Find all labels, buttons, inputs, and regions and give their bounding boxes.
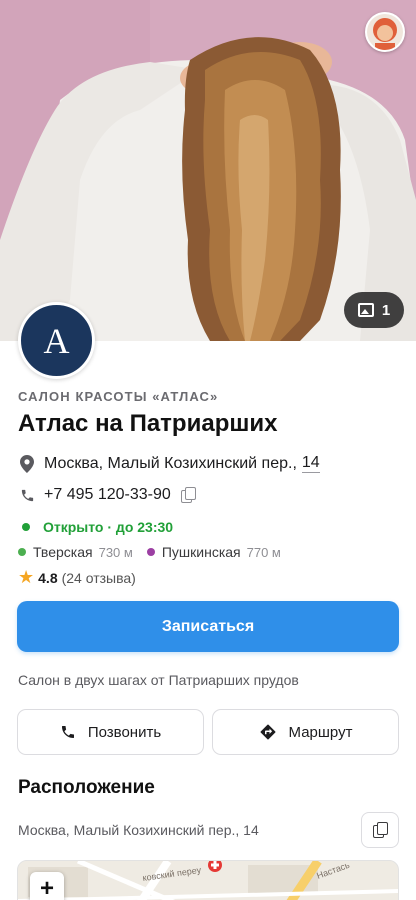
- venue-category: САЛОН КРАСОТЫ «АТЛАС»: [18, 389, 219, 404]
- address-text: Москва, Малый Козихинский пер.,: [44, 454, 297, 472]
- rating-row[interactable]: ★ 4.8 (24 отзыва): [18, 567, 136, 588]
- phone-icon: [60, 724, 76, 740]
- metro-name: Тверская: [33, 544, 93, 560]
- route-button[interactable]: Маршрут: [212, 709, 399, 755]
- photo-count-button[interactable]: 1: [344, 292, 404, 328]
- map-tiles: ковский переу Настась: [18, 861, 398, 900]
- venue-title: Атлас на Патриарших: [18, 410, 278, 437]
- copy-icon[interactable]: [180, 487, 196, 503]
- photo-count: 1: [381, 301, 391, 319]
- logo-letter: A: [43, 320, 70, 361]
- route-icon: [259, 723, 277, 741]
- copy-icon: [373, 822, 388, 838]
- book-button[interactable]: Записаться: [17, 601, 399, 652]
- metro-distance: 770 м: [246, 544, 281, 560]
- open-status-dot: [22, 523, 30, 531]
- user-avatar[interactable]: [365, 12, 405, 52]
- venue-description: Салон в двух шагах от Патриарших прудов: [18, 672, 299, 688]
- metro-name: Пушкинская: [161, 544, 241, 560]
- hero-illustration: [0, 0, 416, 341]
- phone-row[interactable]: +7 495 120-33-90: [18, 486, 196, 504]
- metro-line-dot: [146, 548, 155, 556]
- map-zoom-in-button[interactable]: +: [30, 872, 64, 900]
- open-status-text: Открыто · до 23:30: [43, 519, 174, 535]
- venue-logo: A: [18, 302, 95, 379]
- location-pin-icon: [18, 454, 36, 473]
- location-map[interactable]: ковский переу Настась: [17, 860, 399, 900]
- image-icon: [357, 303, 374, 317]
- address-number: 14: [301, 454, 320, 473]
- phone-number: +7 495 120-33-90: [44, 486, 171, 503]
- call-button[interactable]: Позвонить: [17, 709, 204, 755]
- hero-photo[interactable]: 1: [0, 0, 416, 341]
- rating-value: 4.8: [38, 569, 58, 586]
- open-status: Открыто · до 23:30: [22, 519, 173, 535]
- address-row[interactable]: Москва, Малый Козихинский пер., 14: [18, 454, 320, 473]
- metro-distance: 730 м: [98, 544, 133, 560]
- location-address: Москва, Малый Козихинский пер., 14: [18, 822, 259, 838]
- avatar-face-icon: [367, 14, 403, 50]
- review-count: (24 отзыва): [61, 569, 136, 586]
- location-heading: Расположение: [18, 777, 155, 798]
- metro-line-dot: [18, 548, 26, 556]
- metro-stations: Тверская 730 м Пушкинская 770 м: [18, 544, 281, 560]
- star-icon: ★: [18, 567, 35, 587]
- call-label: Позвонить: [87, 723, 162, 741]
- phone-icon: [18, 486, 36, 504]
- route-label: Маршрут: [288, 723, 353, 741]
- copy-address-button[interactable]: [361, 812, 399, 848]
